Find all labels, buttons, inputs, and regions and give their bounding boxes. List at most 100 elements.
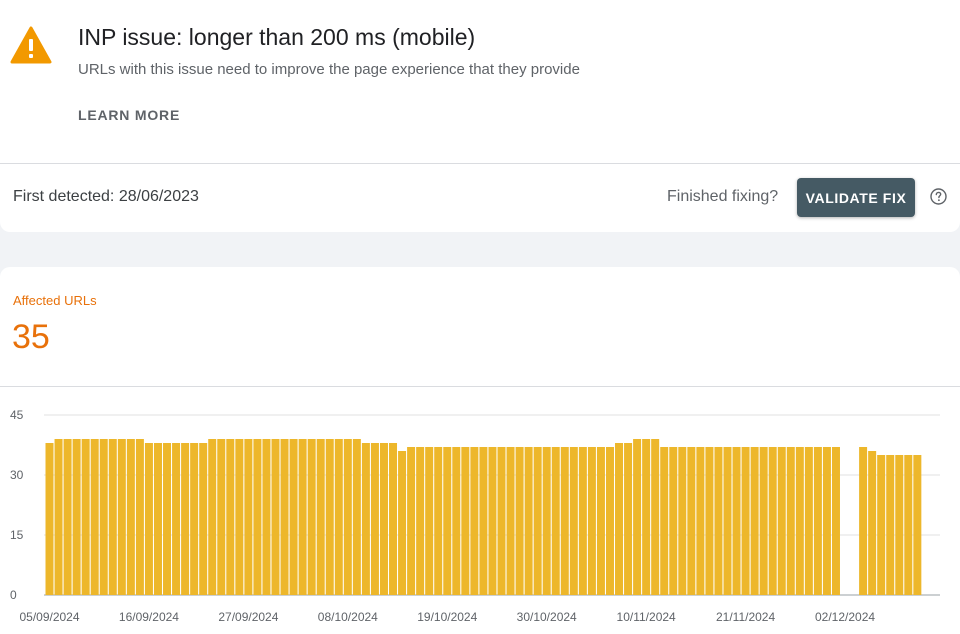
chart-bar[interactable] <box>859 447 868 595</box>
chart-bar[interactable] <box>777 447 786 595</box>
learn-more-link[interactable]: LEARN MORE <box>78 107 180 123</box>
chart-bar[interactable] <box>596 447 605 595</box>
chart-bar[interactable] <box>759 447 768 595</box>
chart-bar[interactable] <box>488 447 497 595</box>
chart-bar[interactable] <box>515 447 524 595</box>
chart-bar[interactable] <box>569 447 578 595</box>
chart-bar[interactable] <box>271 439 280 595</box>
chart-bar[interactable] <box>325 439 334 595</box>
chart-bar[interactable] <box>398 451 407 595</box>
chart-bar[interactable] <box>334 439 343 595</box>
chart-bar[interactable] <box>804 447 813 595</box>
chart-bar[interactable] <box>705 447 714 595</box>
chart-bar[interactable] <box>461 447 470 595</box>
chart-bar[interactable] <box>379 443 388 595</box>
chart-bar[interactable] <box>822 447 831 595</box>
chart-bar[interactable] <box>732 447 741 595</box>
chart-bar[interactable] <box>163 443 172 595</box>
chart-bar[interactable] <box>868 451 877 595</box>
chart-bar[interactable] <box>226 439 235 595</box>
chart-bar[interactable] <box>831 447 840 595</box>
chart-bar[interactable] <box>217 439 226 595</box>
chart-bar[interactable] <box>678 447 687 595</box>
chart-bar[interactable] <box>72 439 81 595</box>
chart-bar[interactable] <box>90 439 99 595</box>
chart-bar[interactable] <box>696 447 705 595</box>
chart-bar[interactable] <box>407 447 416 595</box>
chart-bar[interactable] <box>298 439 307 595</box>
chart-bar[interactable] <box>63 439 72 595</box>
chart-bar[interactable] <box>425 447 434 595</box>
chart-bar[interactable] <box>352 439 361 595</box>
chart-bar[interactable] <box>470 447 479 595</box>
chart-bar[interactable] <box>479 447 488 595</box>
chart-bar[interactable] <box>108 439 117 595</box>
chart-bar[interactable] <box>416 447 425 595</box>
chart-bar[interactable] <box>714 447 723 595</box>
chart-bar[interactable] <box>904 455 913 595</box>
chart-bar[interactable] <box>750 447 759 595</box>
chart-bar[interactable] <box>786 447 795 595</box>
chart-bar[interactable] <box>262 439 271 595</box>
chart-bar[interactable] <box>624 443 633 595</box>
chart-bar[interactable] <box>551 447 560 595</box>
chart-bar[interactable] <box>45 443 54 595</box>
chart-bar[interactable] <box>741 447 750 595</box>
chart-bar[interactable] <box>280 439 289 595</box>
help-circle-icon[interactable] <box>930 188 947 205</box>
chart-bar[interactable] <box>144 443 153 595</box>
chart-bar[interactable] <box>172 443 181 595</box>
chart-bar[interactable] <box>135 439 144 595</box>
chart-bar[interactable] <box>208 439 217 595</box>
chart-bar[interactable] <box>560 447 569 595</box>
chart-bar[interactable] <box>389 443 398 595</box>
chart-bar[interactable] <box>895 455 904 595</box>
chart-bar[interactable] <box>307 439 316 595</box>
chart-bar[interactable] <box>542 447 551 595</box>
chart-bar[interactable] <box>642 439 651 595</box>
chart-bar[interactable] <box>913 455 922 595</box>
divider <box>0 163 960 164</box>
validate-fix-button[interactable]: VALIDATE FIX <box>797 178 915 217</box>
chart-bar[interactable] <box>452 447 461 595</box>
chart-bar[interactable] <box>605 447 614 595</box>
chart-bar[interactable] <box>126 439 135 595</box>
chart-bar[interactable] <box>587 447 596 595</box>
chart-bar[interactable] <box>289 439 298 595</box>
chart-bar[interactable] <box>316 439 325 595</box>
chart-bar[interactable] <box>768 447 777 595</box>
chart-bar[interactable] <box>81 439 90 595</box>
chart-bar[interactable] <box>533 447 542 595</box>
chart-bar[interactable] <box>687 447 696 595</box>
chart-bar[interactable] <box>434 447 443 595</box>
chart-bar[interactable] <box>669 447 678 595</box>
chart-bar[interactable] <box>886 455 895 595</box>
chart-bar[interactable] <box>877 455 886 595</box>
chart-bar[interactable] <box>190 443 199 595</box>
chart-bar[interactable] <box>497 447 506 595</box>
chart-bar[interactable] <box>578 447 587 595</box>
chart-bar[interactable] <box>153 443 162 595</box>
chart-bar[interactable] <box>723 447 732 595</box>
chart-bar[interactable] <box>370 443 379 595</box>
issue-header-card: INP issue: longer than 200 ms (mobile) U… <box>0 0 960 232</box>
chart-bar[interactable] <box>795 447 804 595</box>
chart-bar[interactable] <box>235 439 244 595</box>
chart-bar[interactable] <box>615 443 624 595</box>
chart-bar[interactable] <box>343 439 352 595</box>
chart-bar[interactable] <box>54 439 63 595</box>
chart-bar[interactable] <box>633 439 642 595</box>
chart-bar[interactable] <box>253 439 262 595</box>
chart-bar[interactable] <box>443 447 452 595</box>
chart-bar[interactable] <box>361 443 370 595</box>
chart-bar[interactable] <box>99 439 108 595</box>
chart-bar[interactable] <box>651 439 660 595</box>
chart-bar[interactable] <box>524 447 533 595</box>
chart-bar[interactable] <box>181 443 190 595</box>
chart-bar[interactable] <box>244 439 253 595</box>
chart-bar[interactable] <box>660 447 669 595</box>
chart-bar[interactable] <box>117 439 126 595</box>
chart-bar[interactable] <box>199 443 208 595</box>
chart-bar[interactable] <box>813 447 822 595</box>
chart-bar[interactable] <box>506 447 515 595</box>
